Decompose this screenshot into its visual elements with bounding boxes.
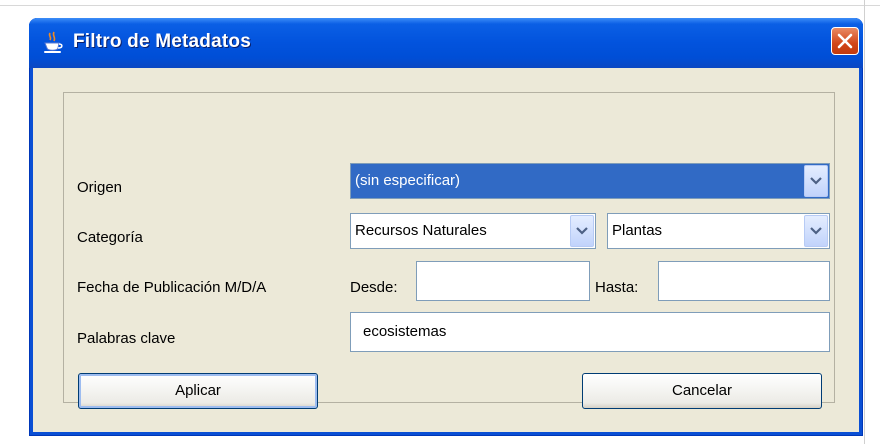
close-icon — [837, 33, 853, 49]
background-frame — [0, 0, 880, 6]
origin-dropdown[interactable]: (sin especificar) — [350, 163, 830, 199]
from-date-field[interactable] — [416, 261, 590, 301]
from-label: Desde: — [350, 279, 398, 296]
subcategory-value: Plantas — [612, 222, 663, 239]
keywords-label: Palabras clave — [77, 330, 176, 347]
cancel-button[interactable]: Cancelar — [582, 373, 822, 409]
category-dropdown[interactable]: Recursos Naturales — [350, 213, 596, 249]
category-value: Recursos Naturales — [355, 222, 487, 239]
chevron-down-icon[interactable] — [804, 165, 828, 197]
origin-value: (sin especificar) — [355, 172, 461, 189]
origin-label: Origen — [77, 179, 123, 196]
java-cup-icon — [41, 31, 65, 55]
chevron-down-icon[interactable] — [570, 215, 594, 247]
publication-date-label: Fecha de Publicación M/D/A — [77, 279, 267, 296]
dialog-body: Origen (sin especificar) Categoría Recur… — [33, 68, 859, 432]
keywords-value: ecosistemas — [363, 323, 447, 340]
metadata-filter-dialog: Filtro de Metadatos Origen (sin especifi… — [29, 18, 863, 436]
keywords-field[interactable]: ecosistemas — [350, 312, 830, 352]
background-divider — [864, 0, 865, 444]
title-bar[interactable]: Filtro de Metadatos — [29, 18, 863, 68]
apply-button[interactable]: Aplicar — [78, 373, 318, 409]
close-button[interactable] — [831, 27, 859, 55]
to-date-field[interactable] — [658, 261, 830, 301]
chevron-down-icon[interactable] — [804, 215, 828, 247]
category-label: Categoría — [77, 229, 143, 246]
filter-panel: Origen (sin especificar) Categoría Recur… — [63, 92, 835, 403]
subcategory-dropdown[interactable]: Plantas — [607, 213, 830, 249]
to-label: Hasta: — [595, 279, 639, 296]
window-title: Filtro de Metadatos — [73, 31, 251, 52]
